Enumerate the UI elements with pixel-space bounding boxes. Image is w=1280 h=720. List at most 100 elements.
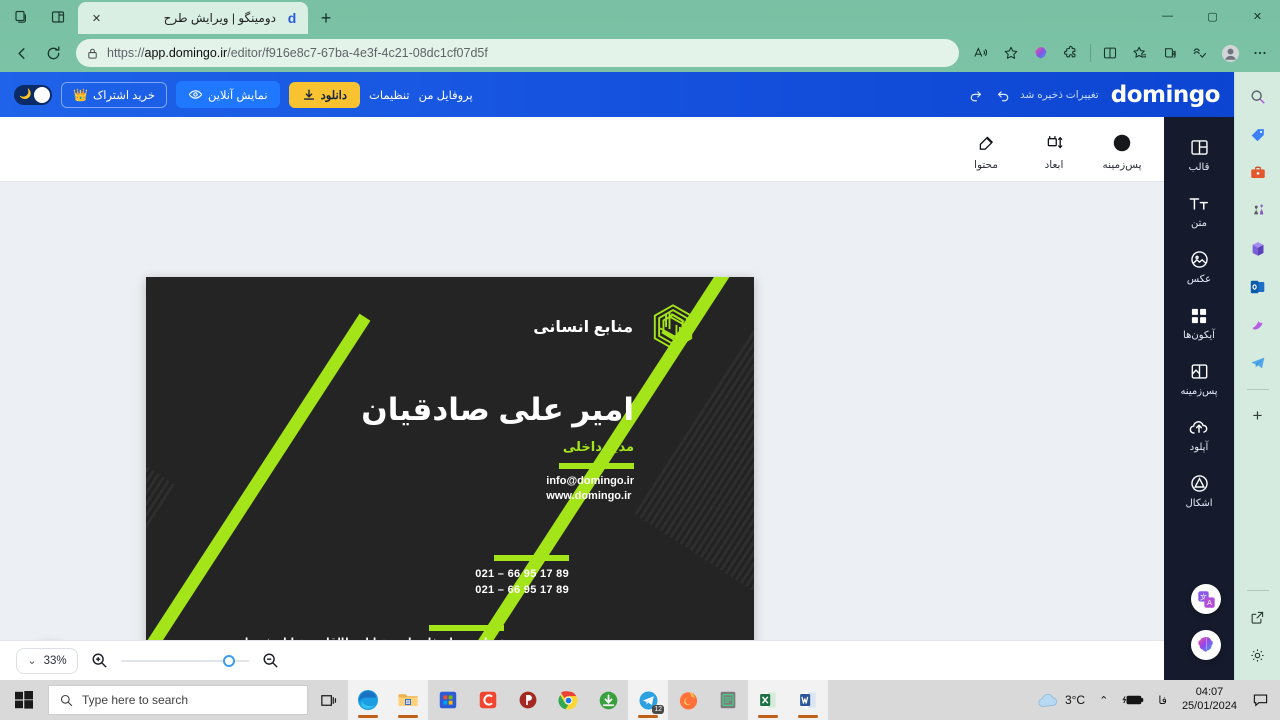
tool-background[interactable]: پس‌زمینه	[1096, 127, 1148, 171]
browser-chrome: d دومینگو | ویرایش طرح ✕ + — ▢ ✕ https:/…	[0, 0, 1280, 72]
address-bar-url: https://app.domingo.ir/editor/f916e8c7-6…	[107, 46, 488, 60]
browser-toolbar: https://app.domingo.ir/editor/f916e8c7-6…	[0, 34, 1280, 72]
tab-copy-icon[interactable]	[6, 4, 34, 30]
window-minimize-button[interactable]: —	[1145, 0, 1190, 32]
sidebar-add-button[interactable]: +	[1243, 401, 1273, 431]
sidebar-item-icons[interactable]: آیکون‌ها	[1170, 301, 1228, 344]
image-creator-icon[interactable]	[1243, 310, 1273, 340]
download-button[interactable]: دانلود	[288, 81, 360, 108]
address-bar[interactable]: https://app.domingo.ir/editor/f916e8c7-6…	[76, 39, 959, 67]
favorites-icon[interactable]	[1126, 39, 1154, 67]
tab-title: دومینگو | ویرایش طرح	[163, 11, 276, 25]
games-icon[interactable]	[1243, 196, 1273, 226]
sidebar-divider-bottom	[1246, 590, 1269, 591]
tools-briefcase-icon[interactable]	[1243, 158, 1273, 188]
card-phone-2: 021 – 66 95 17 89	[475, 583, 569, 596]
taskbar-app-photoscape[interactable]	[508, 680, 548, 720]
taskbar-app-notepad-app[interactable]	[708, 680, 748, 720]
language-indicator[interactable]: فا	[1151, 680, 1174, 720]
taskbar-app-microsoft-excel[interactable]	[748, 680, 788, 720]
sidebar-item-template[interactable]: قالب	[1170, 133, 1228, 176]
business-card-content: منابع انسانی امیر علی صادقیان مدیر داخلی…	[146, 277, 754, 680]
zoom-out-icon[interactable]	[261, 651, 280, 670]
canvas-area[interactable]: منابع انسانی امیر علی صادقیان مدیر داخلی…	[0, 182, 1164, 680]
split-pane-icon[interactable]	[44, 4, 72, 30]
clock-widget[interactable]: 04:07 25/01/2024	[1174, 680, 1245, 720]
editor-toolstrip: پس‌زمینه ابعاد محتوا	[0, 117, 1164, 182]
taskbar-app-telegram[interactable]: 12	[628, 680, 668, 720]
tool-content[interactable]: محتوا	[960, 127, 1012, 171]
telegram-icon[interactable]	[1243, 348, 1273, 378]
back-arrow-icon[interactable]	[6, 38, 36, 68]
profile-link[interactable]: پروفایل من	[419, 88, 473, 102]
sidebar-item-text[interactable]: متن	[1170, 189, 1228, 232]
search-icon	[59, 693, 74, 708]
windows-start-icon[interactable]	[0, 680, 48, 720]
translate-floating-button[interactable]: 文 A	[1191, 584, 1221, 614]
taskbar-app-active-indicator	[358, 715, 378, 718]
sidebar-settings-icon[interactable]	[1243, 640, 1273, 670]
settings-link[interactable]: تنظیمات	[369, 88, 410, 102]
taskbar-app-file-explorer[interactable]	[388, 680, 428, 720]
window-maximize-button[interactable]: ▢	[1190, 0, 1235, 32]
more-options-icon[interactable]	[1246, 39, 1274, 67]
taskbar-app-internet-download-manager[interactable]	[588, 680, 628, 720]
redo-icon[interactable]	[964, 84, 986, 106]
notification-icon[interactable]	[1245, 680, 1276, 720]
browser-tab[interactable]: d دومینگو | ویرایش طرح ✕	[78, 2, 308, 34]
domingo-logo[interactable]: domingo	[1111, 82, 1221, 108]
tab-close-button[interactable]: ✕	[88, 10, 105, 27]
sidebar-item-shapes[interactable]: اشکال	[1170, 469, 1228, 512]
undo-icon[interactable]	[992, 84, 1014, 106]
taskbar-app-mozilla-firefox[interactable]	[668, 680, 708, 720]
shopping-tag-icon[interactable]	[1243, 120, 1273, 150]
saved-status-text: تغییرات ذخیره شد	[1020, 88, 1099, 101]
copilot-floating-button[interactable]	[1191, 630, 1221, 660]
zoom-slider[interactable]	[121, 653, 249, 669]
refresh-icon[interactable]	[38, 38, 68, 68]
task-view-icon[interactable]	[308, 680, 348, 720]
read-aloud-icon[interactable]	[967, 39, 995, 67]
search-icon[interactable]	[1243, 82, 1273, 112]
split-screen-icon[interactable]	[1096, 39, 1124, 67]
zoom-in-icon[interactable]	[90, 651, 109, 670]
copilot-icon[interactable]	[1027, 39, 1055, 67]
taskbar-app-microsoft-store[interactable]	[428, 680, 468, 720]
collections-icon[interactable]	[1156, 39, 1184, 67]
open-in-new-icon[interactable]	[1243, 602, 1273, 632]
outlook-icon[interactable]	[1243, 272, 1273, 302]
tab-strip: d دومینگو | ویرایش طرح ✕ + — ▢ ✕	[0, 0, 1280, 34]
screen-root: d دومینگو | ویرایش طرح ✕ + — ▢ ✕ https:/…	[0, 0, 1280, 720]
tool-dimensions[interactable]: ابعاد	[1028, 127, 1080, 171]
toolbar-divider	[1090, 44, 1091, 62]
zoom-slider-thumb[interactable]	[222, 654, 235, 667]
star-icon[interactable]	[997, 39, 1025, 67]
taskbar-app-microsoft-word[interactable]	[788, 680, 828, 720]
card-logo-row: منابع انسانی	[533, 301, 699, 353]
new-tab-button[interactable]: +	[312, 4, 340, 32]
sidebar-item-upload[interactable]: آپلود	[1170, 413, 1228, 456]
online-preview-button[interactable]: نمایش آنلاین	[175, 81, 280, 108]
business-card[interactable]: منابع انسانی امیر علی صادقیان مدیر داخلی…	[146, 277, 754, 680]
cloud-icon	[1037, 692, 1059, 708]
weather-widget[interactable]: 3°C	[1030, 680, 1092, 720]
window-close-button[interactable]: ✕	[1235, 0, 1280, 32]
extensions-icon[interactable]	[1057, 39, 1085, 67]
taskbar-app-camtasia[interactable]	[468, 680, 508, 720]
business-card-wrapper[interactable]: منابع انسانی امیر علی صادقیان مدیر داخلی…	[146, 277, 754, 680]
taskbar-search-box[interactable]: Type here to search	[48, 685, 308, 715]
microsoft365-icon[interactable]	[1243, 234, 1273, 264]
sidebar-item-image[interactable]: عکس	[1170, 245, 1228, 288]
battery-charging-icon[interactable]	[1115, 680, 1151, 720]
subscribe-button[interactable]: خرید اشتراک 👑	[61, 81, 167, 108]
profile-avatar-icon[interactable]	[1216, 39, 1244, 67]
dimensions-icon	[1044, 131, 1065, 155]
taskbar-app-microsoft-edge[interactable]	[348, 680, 388, 720]
taskbar-app-google-chrome[interactable]	[548, 680, 588, 720]
dark-mode-toggle[interactable]: 🌙	[14, 84, 52, 105]
zoom-level-select[interactable]: ⌄ 33%	[16, 647, 78, 674]
sidebar-item-background[interactable]: پس‌زمینه	[1170, 357, 1228, 400]
clock-date: 25/01/2024	[1181, 700, 1237, 712]
tray-expand-chevron[interactable]: ⌃	[1092, 680, 1115, 720]
browser-essentials-icon[interactable]	[1186, 39, 1214, 67]
